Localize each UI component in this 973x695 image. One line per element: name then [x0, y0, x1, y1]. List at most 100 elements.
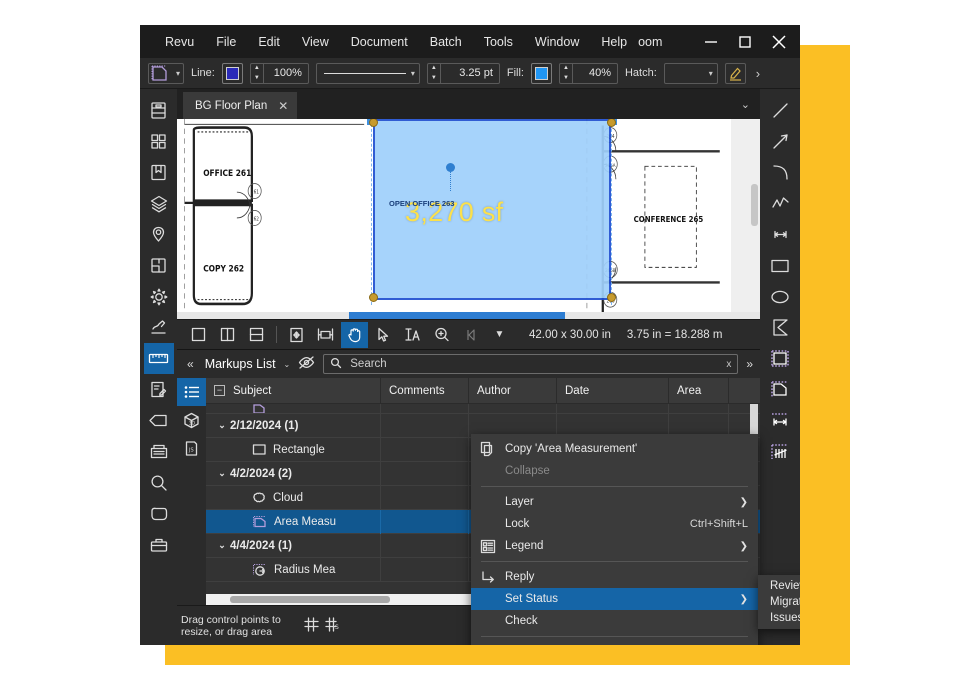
measure-length-icon[interactable] — [765, 405, 795, 436]
search-icon[interactable] — [144, 467, 174, 498]
thumbnails-icon[interactable] — [144, 95, 174, 126]
menu-item-document[interactable]: Document — [340, 29, 419, 55]
eye-slash-icon[interactable] — [298, 356, 315, 372]
menu-item-revu[interactable]: Revu — [154, 29, 205, 55]
layers-icon[interactable] — [144, 188, 174, 219]
context-menu-item-set-status[interactable]: Set Status ❯ — [471, 588, 758, 610]
dimension-tool-icon[interactable] — [765, 219, 795, 250]
group-row-subject[interactable]: ⌄ 4/2/2024 (2) — [206, 461, 381, 486]
context-menu-item-lock[interactable]: Lock Ctrl+Shift+L — [471, 513, 758, 535]
column-header-author[interactable]: Author — [469, 377, 557, 404]
context-menu-item-copy[interactable]: Copy 'Area Measurement' — [471, 438, 758, 460]
set-status-submenu[interactable]: Review › Migration › Issues › — [758, 575, 800, 629]
fit-page-icon[interactable] — [283, 322, 310, 348]
tags-icon[interactable] — [144, 405, 174, 436]
fill-opacity-spinner[interactable]: ▲ ▼ 40% — [558, 62, 618, 84]
context-menu-item-reply[interactable]: Reply — [471, 566, 758, 588]
markups-chevron-down-icon[interactable]: ⌄ — [284, 360, 291, 369]
arrow-tool-icon[interactable] — [765, 126, 795, 157]
measure-count-icon[interactable] — [765, 436, 795, 467]
maximize-button[interactable] — [728, 25, 762, 58]
group-row-subject[interactable]: ⌄ 2/12/2024 (1) — [206, 413, 381, 438]
pan-tool-icon[interactable] — [341, 321, 368, 348]
column-header-area[interactable]: Area — [669, 377, 729, 404]
active-tool-button[interactable]: ▾ — [148, 62, 184, 84]
hatch-chevron-down-icon[interactable]: ▾ — [709, 69, 713, 78]
group-row-subject[interactable]: ⌄ 4/4/2024 (1) — [206, 533, 381, 558]
fit-width-icon[interactable] — [312, 322, 339, 348]
markups-list-icon[interactable] — [177, 378, 206, 406]
document-vertical-scrollbar[interactable] — [751, 184, 758, 226]
punch-icon[interactable] — [144, 498, 174, 529]
menu-item-batch[interactable]: Batch — [419, 29, 473, 55]
submenu-item-review[interactable]: Review › — [758, 578, 800, 594]
document-tab-bg-floor-plan[interactable]: BG Floor Plan ✕ — [183, 92, 298, 119]
menu-item-edit[interactable]: Edit — [247, 29, 291, 55]
line-opacity-arrows[interactable]: ▲ ▼ — [251, 63, 264, 83]
polygon-tool-icon[interactable] — [765, 312, 795, 343]
line-weight-down-icon[interactable]: ▼ — [428, 73, 440, 83]
context-menu-item-legend[interactable]: Legend ❯ — [471, 535, 758, 557]
forms-icon[interactable] — [144, 374, 174, 405]
line-weight-spinner[interactable]: ▲ ▼ 3.25 pt — [426, 62, 500, 84]
line-style-combo[interactable]: ▾ — [315, 62, 420, 84]
collapse-all-icon[interactable]: − — [214, 385, 225, 396]
fill-opacity-up-icon[interactable]: ▲ — [560, 64, 572, 74]
search-clear-icon[interactable]: x — [726, 359, 731, 370]
column-header-date[interactable]: Date — [557, 377, 669, 404]
ellipse-tool-icon[interactable] — [765, 281, 795, 312]
menu-item-zoom-clipped[interactable]: oom — [638, 29, 664, 55]
tab-strip-chevron[interactable]: ⌄ — [741, 89, 760, 119]
context-menu[interactable]: Copy 'Area Measurement' Collapse Layer ❯… — [471, 434, 758, 645]
menu-item-tools[interactable]: Tools — [473, 29, 524, 55]
context-menu-item-delete[interactable]: Delete Del — [471, 641, 758, 645]
tool-chevron-down-icon[interactable]: ▾ — [176, 69, 180, 78]
document-horizontal-scrollbar[interactable] — [177, 312, 760, 319]
line-opacity-down-icon[interactable]: ▼ — [251, 73, 263, 83]
line-weight-up-icon[interactable]: ▲ — [428, 64, 440, 74]
capture-icon[interactable] — [144, 436, 174, 467]
grid-panel-icon[interactable] — [144, 126, 174, 157]
hatch-combo[interactable]: ▾ — [663, 62, 718, 84]
fill-opacity-value[interactable]: 40% — [573, 64, 617, 83]
minimize-button[interactable] — [694, 25, 728, 58]
menu-item-file[interactable]: File — [205, 29, 247, 55]
group-chevron-down-icon[interactable]: ⌄ — [214, 468, 230, 479]
fill-opacity-down-icon[interactable]: ▼ — [560, 73, 572, 83]
toolbar-overflow-icon[interactable]: › — [753, 66, 763, 81]
properties-gear-icon[interactable] — [144, 281, 174, 312]
selection-handle-bottom-right[interactable] — [607, 293, 616, 302]
markups-scroll-thumb[interactable] — [230, 596, 390, 603]
highlighter-button[interactable] — [724, 62, 746, 84]
context-menu-item-check[interactable]: Check — [471, 610, 758, 632]
line-tool-icon[interactable] — [765, 95, 795, 126]
single-page-icon[interactable] — [185, 322, 212, 348]
line-weight-value[interactable]: 3.25 pt — [441, 64, 499, 83]
search-input[interactable]: Search — [350, 358, 718, 370]
selection-handle-bottom-left[interactable] — [369, 293, 378, 302]
menu-item-window[interactable]: Window — [524, 29, 590, 55]
line-opacity-up-icon[interactable]: ▲ — [251, 64, 263, 74]
fill-color-button[interactable] — [530, 62, 552, 84]
grid-icon[interactable] — [303, 616, 320, 636]
tab-chevron-down-icon[interactable]: ⌄ — [741, 98, 750, 111]
document-view[interactable]: OFFICE 261 COPY 262 261 262 CONFERENCE 2… — [177, 119, 760, 319]
table-row[interactable] — [206, 404, 760, 414]
column-header-subject[interactable]: − Subject — [206, 377, 381, 404]
model-3d-icon[interactable]: 3D — [177, 406, 206, 434]
previous-page-icon[interactable] — [457, 322, 484, 348]
selection-handle-top-right[interactable] — [607, 119, 616, 127]
context-menu-item-layer[interactable]: Layer ❯ — [471, 491, 758, 513]
line-style-chevron-down-icon[interactable]: ▾ — [411, 69, 415, 78]
rotation-handle-dot[interactable] — [446, 163, 455, 172]
javascript-icon[interactable]: JS — [177, 434, 206, 462]
fill-opacity-arrows[interactable]: ▲ ▼ — [560, 63, 573, 83]
rectangle-tool-icon[interactable] — [765, 250, 795, 281]
menu-item-help[interactable]: Help — [590, 29, 638, 55]
markups-collapse-icon[interactable]: « — [183, 357, 197, 371]
sets-icon[interactable] — [144, 250, 174, 281]
line-weight-arrows[interactable]: ▲ ▼ — [428, 63, 441, 83]
column-header-comments[interactable]: Comments — [381, 377, 469, 404]
close-button[interactable] — [762, 25, 796, 58]
spaces-icon[interactable] — [144, 219, 174, 250]
